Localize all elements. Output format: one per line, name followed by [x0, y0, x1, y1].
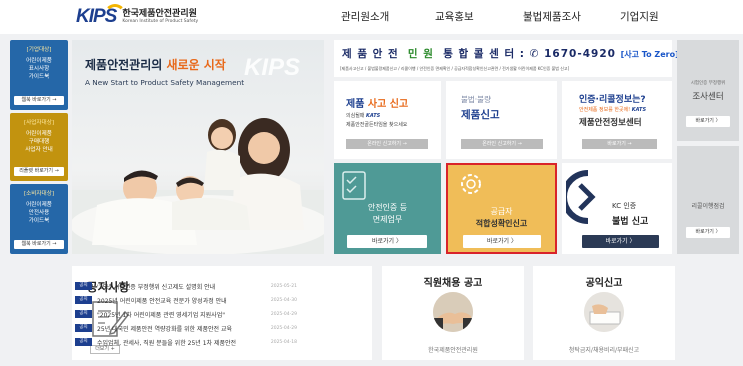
product-info-button[interactable]: 바로가기 →: [582, 139, 657, 149]
card-title: 리콜이행점검: [691, 203, 725, 210]
public-report-title: 공익신고: [585, 278, 623, 289]
card-recruitment[interactable]: 직원채용 공고 한국제품안전관리원: [382, 266, 524, 360]
hotline-services: [제품사고신고 / 불법불량제품신고 / 리콜이행 / 안전인증 면제확인 / …: [340, 66, 570, 71]
gear-icon: [461, 174, 481, 194]
recruitment-title: 직원채용 공고: [423, 278, 483, 289]
card-defect-report[interactable]: 불법·불량 제품신고 온라인 신고하기 →: [446, 81, 557, 159]
clipboard-check-icon: [342, 171, 366, 200]
banner-tag: [사업자대상]: [23, 120, 55, 126]
card-supplier-conformity[interactable]: 공급자 적합성확인신고 바로가기 〉: [446, 163, 557, 254]
recruitment-caption: 한국제품안전관리원: [428, 347, 478, 354]
banner-tag: [기업대상]: [26, 47, 52, 53]
card-title: 공급자: [490, 207, 513, 216]
card-accident-report[interactable]: 제품 사고 신고 의심될때 KATS 제품안전골든타임을 찾으세요 온라인 신고…: [334, 81, 441, 159]
card-product-info[interactable]: 인증·리콜정보는? 안전제품 정보를 한곳에! KATS 제품안전정보센터 바로…: [562, 81, 672, 159]
banner-button[interactable]: 웹북 바로가기 →: [14, 96, 64, 105]
handshake-photo: [433, 292, 473, 332]
banner-purchase-agent[interactable]: [사업자대상] 어린이제품 구매대행 사업자 안내 리플렛 바로가기 →: [10, 113, 68, 181]
hotline-text: 제 품 안 전 민 원 통 합 콜 센 터 : ✆ 1670-4920 [사고 …: [342, 48, 679, 60]
banner-button[interactable]: 웹북 바로가기 →: [14, 240, 64, 249]
card-title: 조사센터: [692, 92, 724, 102]
public-report-caption: 청탁금지/채용비리/부패신고: [568, 347, 640, 354]
hotline-banner: 제 품 안 전 민 원 통 합 콜 센 터 : ✆ 1670-4920 [사고 …: [334, 40, 679, 77]
kc-mark-icon: [566, 170, 596, 224]
nav-about[interactable]: 관리원소개: [341, 9, 389, 24]
investigation-center-button[interactable]: 바로가기 〉: [686, 116, 730, 127]
hotline-slogan: [사고 To Zero]: [620, 50, 679, 59]
org-name: 한국제품안전관리원: [122, 8, 197, 19]
notice-item[interactable]: 공지 2025년 어린이제품 안전교육 전문가 양성과정 안내 2025-04-30: [75, 294, 297, 306]
nav-business-support[interactable]: 기업지원: [620, 9, 659, 24]
hero-title: 제품안전관리의 새로운 시작: [85, 58, 226, 72]
notice-item[interactable]: 공지 수입업체, 관세사, 직원 분들을 위한 25년 1차 제품안전 2025-0…: [75, 336, 297, 348]
notice-item[interactable]: 공지 "2025년 1차 어린이제품 관련 영세기업 지원사업" 2025-04-2…: [75, 308, 297, 320]
exemption-button[interactable]: 바로가기 〉: [347, 235, 427, 248]
org-name-en: Korean Institute of Product Safety: [122, 18, 199, 24]
banner-guidebook-consumer[interactable]: [소비자대상] 어린이제품 안전사용 가이드북 웹북 바로가기 →: [10, 184, 68, 254]
hero-brand: KIPS: [244, 54, 301, 81]
notice-item[interactable]: 공지 25년 대국민 제품안전 역량강화를 위한 제품안전 교육 2025-04-2…: [75, 322, 297, 334]
hero-subtitle: A New Start to Product Safety Management: [85, 78, 245, 87]
hotline-number: 1670-4920: [544, 48, 616, 60]
card-kc-report[interactable]: KC 인증 불법 신고 바로가기 〉: [562, 163, 672, 254]
nav-illegal-products[interactable]: 불법제품조사: [523, 9, 581, 24]
logo-mark: KIPS: [76, 4, 126, 28]
nav-education[interactable]: 교육홍보: [435, 9, 474, 24]
accident-report-button[interactable]: 온라인 신고하기 →: [346, 139, 428, 149]
site-logo[interactable]: KIPS 한국제품안전관리원 Korean Institute of Produ…: [76, 4, 224, 29]
card-investigation-center[interactable]: 시험인증 부정행위 조사센터 바로가기 〉: [677, 40, 739, 141]
notice-item[interactable]: 공지 '25년 시험인증 부정행위 신고제도 설명회 안내 2025-05-21: [75, 280, 297, 292]
banner-button[interactable]: 리플렛 바로가기 →: [14, 167, 64, 176]
supplier-conformity-button[interactable]: 바로가기 〉: [463, 235, 541, 248]
banner-guidebook-business[interactable]: [기업대상] 어린이제품 표시사항 가이드북 웹북 바로가기 →: [10, 40, 68, 110]
card-exemption[interactable]: 안전인증 등 면제업무 바로가기 〉: [334, 163, 441, 254]
recall-inspection-button[interactable]: 바로가기 〉: [686, 227, 730, 238]
phone-icon: ✆: [529, 48, 540, 60]
hero-banner[interactable]: 제품안전관리의 새로운 시작 A New Start to Product Sa…: [72, 40, 324, 254]
card-title: KC 인증: [612, 202, 637, 210]
card-public-report[interactable]: 공익신고 청탁금지/채용비리/부패신고: [533, 266, 675, 360]
keyboard-photo: [584, 292, 624, 332]
card-recall-inspection[interactable]: 리콜이행점검 바로가기 〉: [677, 146, 739, 254]
card-title: 제품 사고 신고: [346, 99, 409, 110]
kc-report-button[interactable]: 바로가기 〉: [582, 235, 659, 248]
banner-tag: [소비자대상]: [23, 191, 55, 197]
defect-report-button[interactable]: 온라인 신고하기 →: [461, 139, 543, 149]
card-title: 안전인증 등: [367, 203, 408, 212]
